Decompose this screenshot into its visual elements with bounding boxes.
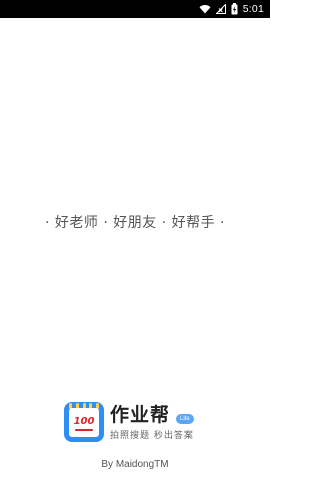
signal-icon — [215, 4, 226, 14]
slogan-text: · 好老师 · 好朋友 · 好帮手 · — [44, 215, 225, 231]
app-tagline: 拍照搜题 秒出答案 — [110, 431, 194, 441]
splash-screen: 5:01 · 好老师 · 好朋友 · 好帮手 · 100 作业帮 Lite 拍照… — [0, 0, 270, 480]
battery-charging-icon — [231, 3, 238, 15]
logo-score: 100 — [73, 416, 95, 427]
wifi-icon — [199, 4, 211, 14]
brand-block: 100 作业帮 Lite 拍照搜题 秒出答案 — [64, 402, 214, 446]
lite-badge: Lite — [176, 414, 194, 424]
credit-text: By MaidongTM — [101, 459, 169, 470]
app-name: 作业帮 — [110, 404, 171, 426]
status-bar: 5:01 — [0, 0, 270, 18]
status-time: 5:01 — [242, 3, 264, 15]
app-logo-icon: 100 — [64, 402, 104, 442]
notebook-paper: 100 — [69, 408, 99, 437]
score-underline — [75, 429, 93, 431]
